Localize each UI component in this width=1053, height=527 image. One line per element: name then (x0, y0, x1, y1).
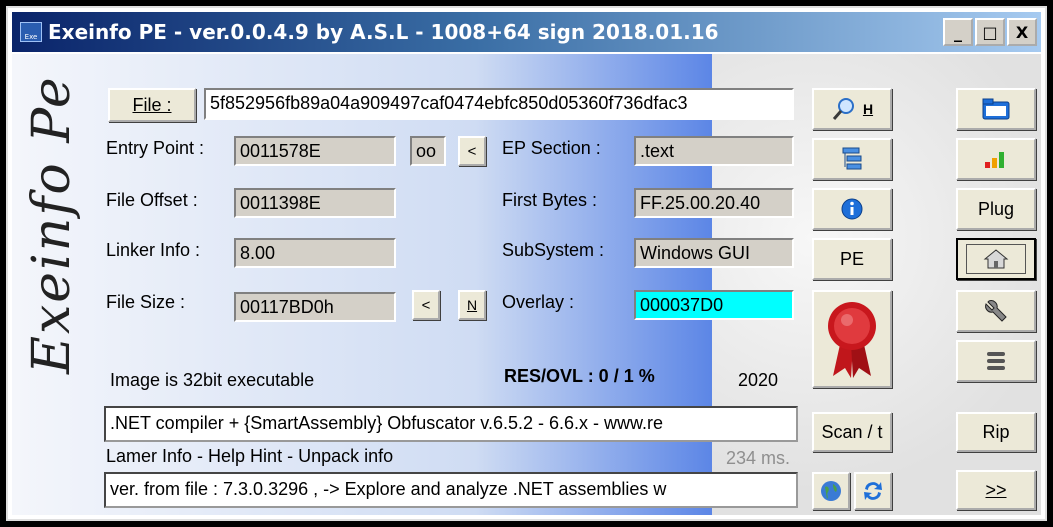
entry-prev-button[interactable]: < (458, 136, 486, 166)
app-icon[interactable]: Exe (20, 22, 42, 42)
refresh-icon (864, 482, 882, 500)
plug-button[interactable]: Plug (956, 188, 1036, 230)
overlay-field[interactable]: 000037D0 (634, 290, 794, 320)
tree-list-icon (842, 147, 862, 170)
home-icon (983, 249, 1009, 269)
file-button[interactable]: File : (108, 88, 196, 122)
first-bytes-field[interactable]: FF.25.00.20.40 (634, 188, 794, 218)
ep-section-label: EP Section : (502, 138, 601, 158)
file-button-label: File : (132, 94, 172, 115)
scan-button[interactable]: Scan / t (812, 412, 892, 452)
ribbon-award-icon (828, 302, 876, 378)
tree-button[interactable] (812, 138, 892, 180)
overlay-label: Overlay : (502, 292, 575, 312)
size-n-button[interactable]: N (458, 290, 486, 320)
lamer-info-link[interactable]: Lamer Info - Help Hint - Unpack info (106, 446, 393, 467)
oo-field[interactable]: oo (410, 136, 446, 166)
award-button[interactable] (812, 290, 892, 388)
minimize-button[interactable]: _ (943, 18, 973, 46)
file-hash-field[interactable]: 5f852956fb89a04a909497caf0474ebfc850d053… (204, 88, 794, 120)
info-icon (841, 198, 863, 220)
file-size-label: File Size : (106, 292, 186, 312)
ep-section-field[interactable]: .text (634, 136, 794, 166)
open-folder-button[interactable] (956, 88, 1036, 130)
linker-info-label: Linker Info : (106, 240, 201, 260)
home-button[interactable] (956, 238, 1036, 280)
main-panel: Exeinfo Pe File : 5f852956fb89a04a909497… (12, 54, 1041, 515)
title-bar[interactable]: Exe Exeinfo PE - ver.0.0.4.9 by A.S.L - … (12, 12, 1041, 52)
pe-button[interactable]: PE (812, 238, 892, 280)
file-offset-label: File Offset : (106, 190, 198, 210)
rip-button[interactable]: Rip (956, 412, 1036, 452)
size-prev-button[interactable]: < (412, 290, 440, 320)
file-size-field[interactable]: 00117BD0h (234, 292, 396, 322)
next-label: >> (985, 479, 1007, 500)
close-button[interactable]: X (1007, 18, 1037, 46)
hint-field[interactable]: ver. from file : 7.3.0.3296 , -> Explore… (104, 472, 798, 508)
next-button[interactable]: >> (956, 470, 1036, 510)
window-title: Exeinfo PE - ver.0.0.4.9 by A.S.L - 1008… (48, 20, 719, 44)
bar-chart-icon (985, 152, 1004, 168)
wrench-icon (985, 300, 1007, 322)
maximize-button[interactable]: □ (975, 18, 1005, 46)
magnifier-icon (832, 98, 854, 120)
plug-label: Plug (977, 198, 1015, 219)
entry-point-field[interactable]: 0011578E (234, 136, 396, 166)
folder-icon (982, 98, 1010, 120)
detection-field[interactable]: .NET compiler + {SmartAssembly} Obfuscat… (104, 406, 798, 442)
timing-text: 234 ms. (726, 448, 791, 468)
file-offset-field[interactable]: 0011398E (234, 188, 396, 218)
image-info-text: Image is 32bit executable (110, 370, 315, 390)
search-button[interactable]: H (812, 88, 892, 130)
caption-buttons: _ □ X (943, 18, 1037, 46)
stats-button[interactable] (956, 138, 1036, 180)
search-h-label: H (862, 101, 874, 117)
app-window: Exe Exeinfo PE - ver.0.0.4.9 by A.S.L - … (6, 6, 1047, 521)
year-text: 2020 (738, 370, 779, 390)
web-button[interactable] (812, 472, 850, 510)
first-bytes-label: First Bytes : (502, 190, 598, 210)
tools-button[interactable] (956, 290, 1036, 332)
stack-icon (987, 352, 1005, 370)
menu-button[interactable] (956, 340, 1036, 382)
info-button[interactable] (812, 188, 892, 230)
refresh-button[interactable] (854, 472, 892, 510)
rip-label: Rip (982, 421, 1010, 442)
globe-icon (821, 481, 841, 501)
home-inner (966, 244, 1026, 274)
subsystem-label: SubSystem : (502, 240, 605, 260)
subsystem-field[interactable]: Windows GUI (634, 238, 794, 268)
res-ovl-text: RES/OVL : 0 / 1 % (504, 366, 655, 386)
entry-point-label: Entry Point : (106, 138, 205, 158)
app-icon-text: Exe (24, 33, 38, 41)
linker-info-field[interactable]: 8.00 (234, 238, 396, 268)
exeinfo-logo: Exeinfo Pe (22, 75, 82, 374)
